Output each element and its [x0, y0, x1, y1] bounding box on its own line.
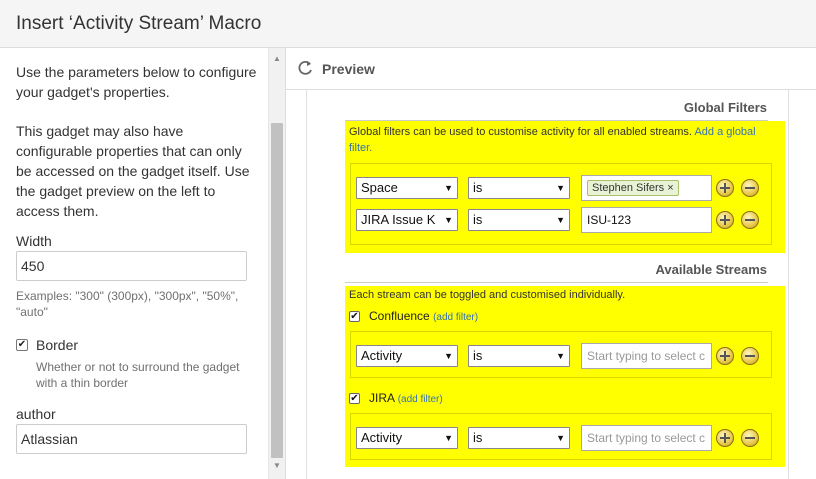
remove-row-button[interactable] [741, 179, 759, 197]
global-filters-text: Global filters can be used to customise … [349, 126, 692, 138]
available-streams-heading: Available Streams [655, 262, 767, 277]
checkmark-icon: ✔ [350, 311, 359, 322]
intro-text: Use the parameters below to configure yo… [16, 64, 257, 100]
divider [345, 282, 768, 283]
stream-toggle-checkbox[interactable]: ✔ [349, 393, 360, 404]
stream-name: Confluence (add filter) [369, 309, 479, 323]
refresh-icon[interactable] [296, 59, 314, 77]
border-help: Whether or not to surround the gadget wi… [36, 360, 240, 390]
filter-field-select[interactable]: Space ▼ [356, 177, 458, 199]
stream-value-input[interactable]: Start typing to select c [581, 343, 712, 369]
add-row-button[interactable] [716, 347, 734, 365]
chevron-down-icon: ▼ [444, 433, 453, 443]
left-scrollbar[interactable]: ▲ ▼ [268, 48, 285, 479]
chevron-down-icon: ▼ [444, 215, 453, 225]
gadget-preview-frame: Global Filters Global filters can be use… [306, 90, 789, 479]
parameters-panel: Use the parameters below to configure yo… [0, 48, 268, 479]
preview-header: Preview [286, 48, 816, 90]
filter-operator-select[interactable]: is ▼ [468, 177, 570, 199]
global-filters-heading: Global Filters [683, 100, 767, 115]
add-filter-link[interactable]: (add filter) [398, 394, 443, 405]
scroll-up-icon[interactable]: ▲ [273, 54, 281, 63]
author-input[interactable]: Atlassian [16, 424, 247, 454]
width-input[interactable]: 450 [16, 251, 247, 281]
remove-row-button[interactable] [741, 429, 759, 447]
chevron-down-icon: ▼ [556, 183, 565, 193]
streams-description: Each stream can be toggled and customise… [349, 289, 626, 301]
stream-value-input[interactable]: Start typing to select c [581, 425, 712, 451]
checkmark-icon: ✔ [17, 339, 27, 350]
add-row-button[interactable] [716, 179, 734, 197]
author-label: author [16, 406, 56, 422]
chevron-down-icon: ▼ [556, 433, 565, 443]
width-help: Examples: "300" (300px), "300px", "50%",… [16, 289, 239, 319]
stream-field-select[interactable]: Activity ▼ [356, 345, 458, 367]
filter-tag: Stephen Sifers × [587, 180, 679, 196]
note-text: This gadget may also have configurable p… [16, 123, 250, 219]
dialog-title: Insert ‘Activity Stream’ Macro [16, 13, 262, 34]
filter-operator-select[interactable]: is ▼ [468, 209, 570, 231]
chevron-down-icon: ▼ [444, 183, 453, 193]
chevron-down-icon: ▼ [444, 351, 453, 361]
stream-field-select[interactable]: Activity ▼ [356, 427, 458, 449]
stream-toggle-checkbox[interactable]: ✔ [349, 311, 360, 322]
border-label: Border [36, 337, 79, 353]
filter-field-select[interactable]: JIRA Issue K ▼ [356, 209, 458, 231]
width-label: Width [16, 233, 52, 249]
global-filters-description: Global filters can be used to customise … [349, 124, 774, 156]
tag-remove-icon[interactable]: × [667, 182, 673, 194]
preview-panel: Preview Global Filters Global filters ca… [285, 48, 816, 479]
checkmark-icon: ✔ [350, 393, 359, 404]
remove-row-button[interactable] [741, 347, 759, 365]
chevron-down-icon: ▼ [556, 351, 565, 361]
add-row-button[interactable] [716, 429, 734, 447]
add-filter-link[interactable]: (add filter) [433, 312, 478, 323]
scroll-down-icon[interactable]: ▼ [273, 461, 281, 470]
add-row-button[interactable] [716, 211, 734, 229]
stream-operator-select[interactable]: is ▼ [468, 345, 570, 367]
stream-operator-select[interactable]: is ▼ [468, 427, 570, 449]
stream-name: JIRA (add filter) [369, 391, 443, 405]
remove-row-button[interactable] [741, 211, 759, 229]
filter-value-input[interactable]: ISU-123 [581, 207, 712, 233]
dialog-header: Insert ‘Activity Stream’ Macro [0, 0, 816, 48]
scrollbar-thumb[interactable] [271, 123, 283, 458]
chevron-down-icon: ▼ [556, 215, 565, 225]
border-checkbox[interactable]: ✔ [16, 339, 28, 351]
preview-title: Preview [322, 61, 375, 77]
